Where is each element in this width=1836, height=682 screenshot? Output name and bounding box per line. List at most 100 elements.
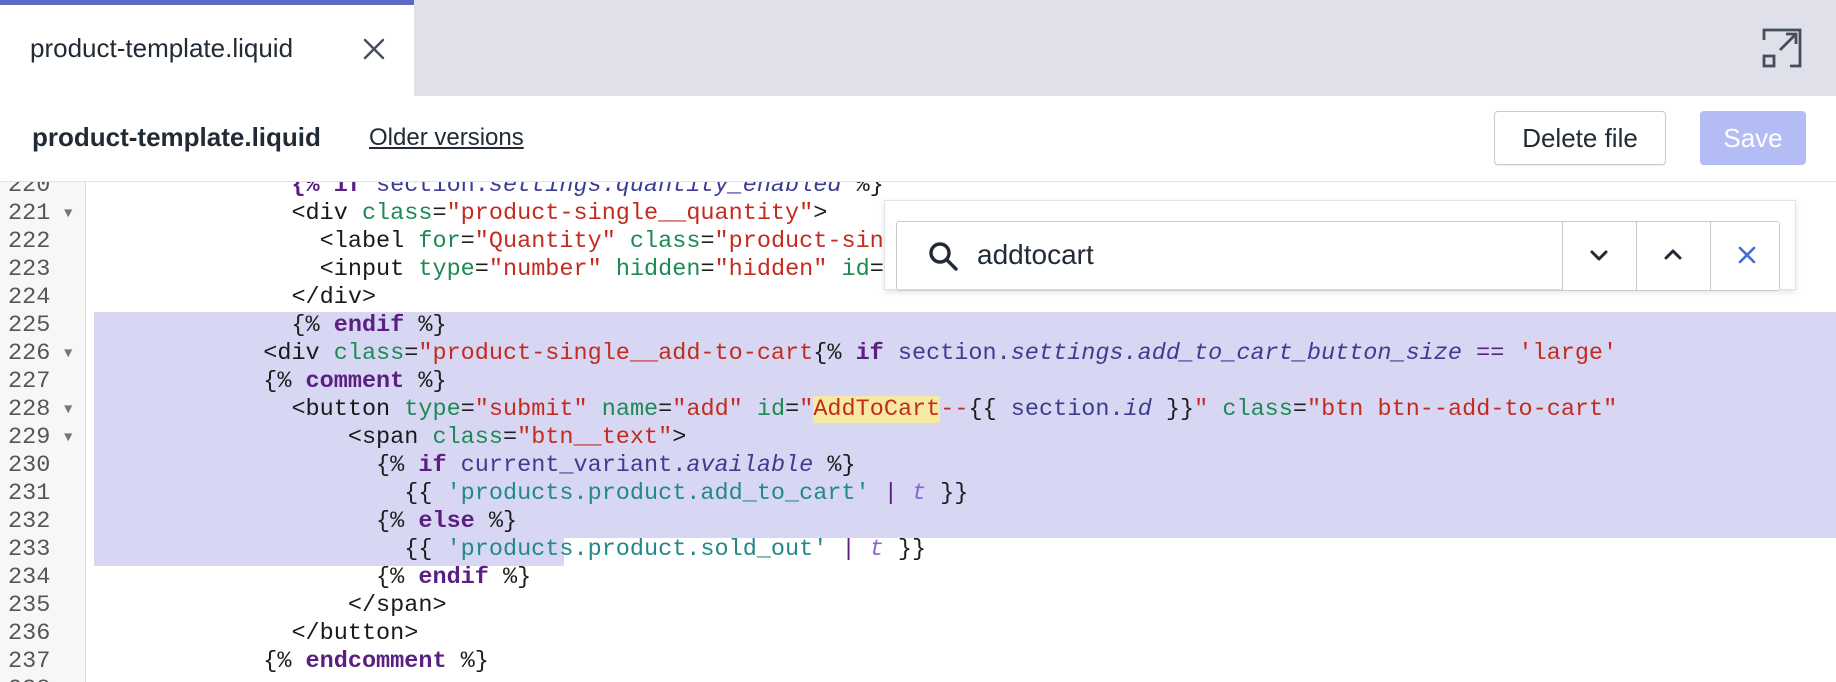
code-line: <span class="btn__text"> <box>94 424 687 452</box>
code-token: if <box>418 452 447 479</box>
code-token: %} <box>488 564 532 591</box>
code-token: {{ <box>94 480 447 507</box>
fold-arrow-icon[interactable]: ▼ <box>64 424 72 452</box>
code-token: | <box>841 536 856 563</box>
code-token: = <box>502 424 518 451</box>
code-token: {% <box>94 312 334 339</box>
line-number: 226 ▼ <box>0 340 86 368</box>
code-token: "number" <box>488 256 602 283</box>
code-token: if <box>855 340 884 367</box>
line-number: 229 ▼ <box>0 424 86 452</box>
line-number: 233 <box>0 536 86 564</box>
line-number-text: 236 <box>8 620 51 647</box>
line-number-text: 223 <box>8 256 51 283</box>
code-line: {% else %} <box>94 508 517 536</box>
code-token: section. <box>1010 396 1124 423</box>
close-icon[interactable] <box>356 31 392 67</box>
expand-icon[interactable] <box>1760 26 1804 70</box>
line-number-text: 237 <box>8 648 51 675</box>
file-header: product-template.liquid Older versions D… <box>0 96 1836 182</box>
code-token: "product-single__quantity" <box>446 200 814 227</box>
code-token: {% if <box>291 182 362 199</box>
code-token: </span> <box>347 592 447 619</box>
code-token: {% <box>94 508 419 535</box>
code-token: " <box>799 396 814 423</box>
code-token: <div <box>263 340 334 367</box>
code-token: section. <box>361 182 489 199</box>
code-line: {% comment %} <box>94 368 446 396</box>
code-token: = <box>1292 396 1307 423</box>
code-token: {{ <box>94 536 447 563</box>
line-number: 223 <box>0 256 86 284</box>
line-number: 237 <box>0 648 86 676</box>
tab-bar: product-template.liquid <box>0 0 1836 96</box>
code-token: hidden <box>615 256 701 283</box>
code-token: 'large' <box>1518 340 1618 367</box>
line-number-text: 229 <box>8 424 51 451</box>
line-number: 222 <box>0 228 86 256</box>
code-line: </span> <box>94 592 447 620</box>
code-token: </button> <box>291 620 419 647</box>
code-line: {% if section.settings.quantity_enabled … <box>94 182 883 200</box>
code-token: {% <box>94 452 419 479</box>
code-token: available <box>686 452 814 479</box>
code-token: > <box>672 424 687 451</box>
code-token: {% <box>813 340 856 367</box>
line-number-text: 228 <box>8 396 51 423</box>
code-token: = <box>700 256 715 283</box>
line-number-text: 230 <box>8 452 51 479</box>
fold-arrow-icon[interactable]: ▼ <box>64 200 72 228</box>
line-number: 234 <box>0 564 86 592</box>
search-match: AddToCart <box>813 396 941 423</box>
code-token: endif <box>333 312 405 339</box>
code-token: current_variant. <box>446 452 687 479</box>
code-token: = <box>700 228 715 255</box>
code-editor[interactable]: 220 221 ▼ 222 223 224 225 226 ▼ 227 228 ▼ 229 ▼ 230 231… <box>0 182 1836 682</box>
code-token: <label <box>319 228 419 255</box>
line-number: 236 <box>0 620 86 648</box>
code-line: {% endif %} <box>94 312 446 340</box>
close-search-button[interactable] <box>1710 222 1779 290</box>
next-match-button[interactable] <box>1562 222 1636 290</box>
line-number-text: 221 <box>8 200 51 227</box>
tab-product-template[interactable]: product-template.liquid <box>0 0 414 96</box>
code-token: %} <box>446 648 489 675</box>
line-number-text: 235 <box>8 592 51 619</box>
search-field <box>896 221 1780 291</box>
previous-match-button[interactable] <box>1636 222 1710 290</box>
code-token: "add" <box>672 396 743 423</box>
line-number: 231 <box>0 480 86 508</box>
chevron-down-icon <box>1590 250 1608 261</box>
code-token: </div> <box>291 284 377 311</box>
code-token: }} <box>926 480 969 507</box>
older-versions-link[interactable]: Older versions <box>369 124 524 152</box>
code-token: "product-single__add-to-cart <box>418 340 814 367</box>
file-title: product-template.liquid <box>32 122 321 152</box>
code-token: = <box>460 396 475 423</box>
line-number: 232 <box>0 508 86 536</box>
search-input[interactable] <box>977 230 1437 280</box>
line-number-text: 220 <box>8 182 51 199</box>
code-token: <input <box>319 256 419 283</box>
code-token: else <box>418 508 475 535</box>
code-token: 'products.product.add_to_cart' <box>446 480 870 507</box>
fold-arrow-icon[interactable]: ▼ <box>64 396 72 424</box>
code-line <box>94 676 263 682</box>
line-number: 238 <box>0 676 86 682</box>
code-token: settings.add_to_cart_button_size <box>1010 340 1462 367</box>
delete-file-button[interactable]: Delete file <box>1494 111 1666 165</box>
fold-arrow-icon[interactable]: ▼ <box>64 340 72 368</box>
save-button[interactable]: Save <box>1700 111 1806 165</box>
code-token: = <box>658 396 673 423</box>
line-number-text: 238 <box>8 676 50 682</box>
code-token: "submit" <box>474 396 588 423</box>
